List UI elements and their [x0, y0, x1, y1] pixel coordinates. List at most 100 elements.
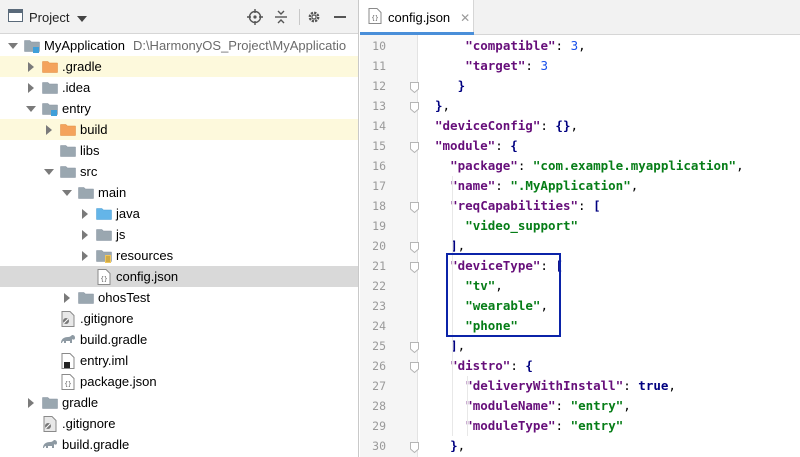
code-token: [ [593, 198, 601, 213]
tree-item[interactable]: build.gradle [0, 434, 358, 455]
fold-marker-icon[interactable] [410, 201, 419, 214]
tree-item-label: entry [62, 101, 91, 116]
code-token: , [578, 38, 586, 53]
fold-marker-icon[interactable] [410, 101, 419, 114]
code-token: "com.example.myapplication" [532, 158, 737, 173]
folder-icon [60, 143, 76, 159]
arrow-spacer [80, 272, 90, 282]
tree-item[interactable]: {} package.json [0, 371, 358, 392]
collapse-arrow-icon[interactable] [26, 61, 36, 72]
line-number: 16 [372, 159, 386, 173]
source-folder-icon [96, 206, 112, 222]
gitignore-file-icon [60, 310, 76, 327]
tree-item[interactable]: java [0, 203, 358, 224]
tree-item[interactable]: gradle [0, 392, 358, 413]
tree-item[interactable]: resources [0, 245, 358, 266]
code-area[interactable]: "compatible": 3, "target": 3}}, "deviceCon… [419, 35, 800, 457]
tree-item[interactable]: src [0, 161, 358, 182]
collapse-arrow-icon[interactable] [26, 397, 36, 408]
expand-arrow-icon[interactable] [44, 167, 54, 177]
json-file-icon: {} [368, 8, 382, 27]
code-token: , [623, 398, 631, 413]
tree-item[interactable]: .gradle [0, 56, 358, 77]
tree-item[interactable]: entry [0, 98, 358, 119]
fold-marker-icon[interactable] [410, 261, 419, 274]
tree-item-label: build [80, 122, 108, 137]
tree-item[interactable]: libs [0, 140, 358, 161]
hide-panel-icon[interactable] [330, 7, 350, 27]
code-token: "deliveryWithInstall" [465, 378, 624, 393]
expand-arrow-icon[interactable] [8, 41, 18, 51]
collapse-arrow-icon[interactable] [62, 292, 72, 303]
arrow-spacer [44, 146, 54, 156]
collapse-all-icon[interactable] [271, 7, 291, 27]
fold-marker-icon[interactable] [410, 361, 419, 374]
code-token: "moduleName" [465, 398, 556, 413]
tree-item[interactable]: build.gradle [0, 329, 358, 350]
fold-marker-icon[interactable] [410, 441, 419, 454]
fold-marker-icon[interactable] [410, 341, 419, 354]
iml-file-icon [60, 352, 76, 369]
tree-item[interactable]: .gitignore [0, 308, 358, 329]
code-token: : [555, 418, 571, 433]
tree-item-label: MyApplication [44, 38, 125, 53]
code-token: "name" [450, 178, 496, 193]
code-token: 3 [540, 58, 548, 73]
tree-item[interactable]: entry.iml [0, 350, 358, 371]
arrow-spacer [44, 377, 54, 387]
line-number: 12 [372, 79, 386, 93]
locate-icon[interactable] [245, 7, 265, 27]
line-number: 24 [372, 319, 386, 333]
project-panel-title: Project [29, 9, 70, 25]
tree-item-label: .gitignore [62, 416, 116, 431]
svg-text:{}: {} [371, 15, 378, 22]
code-token: "package" [450, 158, 518, 173]
close-icon[interactable]: ✕ [460, 11, 470, 25]
tree-item[interactable]: js [0, 224, 358, 245]
tree-item-label: .gradle [62, 59, 102, 74]
line-number: 30 [372, 439, 386, 453]
code-line: "distro": { [450, 356, 533, 376]
collapse-arrow-icon[interactable] [44, 124, 54, 135]
code-token: : [517, 158, 533, 173]
folder-icon [96, 227, 112, 243]
code-line: "reqCapabilities": [ [450, 196, 601, 216]
excluded-folder-icon [60, 122, 76, 138]
code-token: , [457, 338, 466, 353]
tree-item-label: main [98, 185, 127, 200]
tree-item[interactable]: {} config.json [0, 266, 358, 287]
gitignore-file-icon [42, 415, 58, 432]
tree-item[interactable]: .idea [0, 77, 358, 98]
fold-marker-icon[interactable] [410, 241, 419, 254]
code-token: } [435, 98, 443, 113]
svg-text:{}: {} [64, 381, 71, 388]
fold-marker-icon[interactable] [410, 81, 419, 94]
collapse-arrow-icon[interactable] [26, 82, 36, 93]
tree-item[interactable]: .gitignore [0, 413, 358, 434]
code-token: true [638, 378, 669, 393]
code-token: } [457, 78, 466, 93]
module-folder-icon [24, 38, 40, 54]
code-token: , [570, 118, 579, 133]
code-line: "module": { [435, 136, 518, 156]
tab-config-json[interactable]: {} config.json ✕ [360, 0, 474, 35]
collapse-arrow-icon[interactable] [80, 208, 90, 219]
expand-arrow-icon[interactable] [26, 104, 36, 114]
line-number: 18 [372, 199, 386, 213]
code-token: , [630, 178, 639, 193]
collapse-arrow-icon[interactable] [80, 250, 90, 261]
collapse-arrow-icon[interactable] [80, 229, 90, 240]
tree-item[interactable]: build [0, 119, 358, 140]
expand-arrow-icon[interactable] [62, 188, 72, 198]
project-view-selector[interactable]: Project [8, 8, 88, 26]
line-number: 11 [372, 59, 386, 73]
arrow-spacer [44, 314, 54, 324]
folder-icon [78, 290, 94, 306]
tree-item[interactable]: ohosTest [0, 287, 358, 308]
tree-item[interactable]: MyApplication D:\HarmonyOS_Project\MyAppl… [0, 35, 358, 56]
fold-marker-icon[interactable] [410, 141, 419, 154]
gear-icon[interactable] [304, 7, 324, 27]
excluded-folder-icon [42, 59, 58, 75]
line-number: 10 [372, 39, 386, 53]
tree-item[interactable]: main [0, 182, 358, 203]
